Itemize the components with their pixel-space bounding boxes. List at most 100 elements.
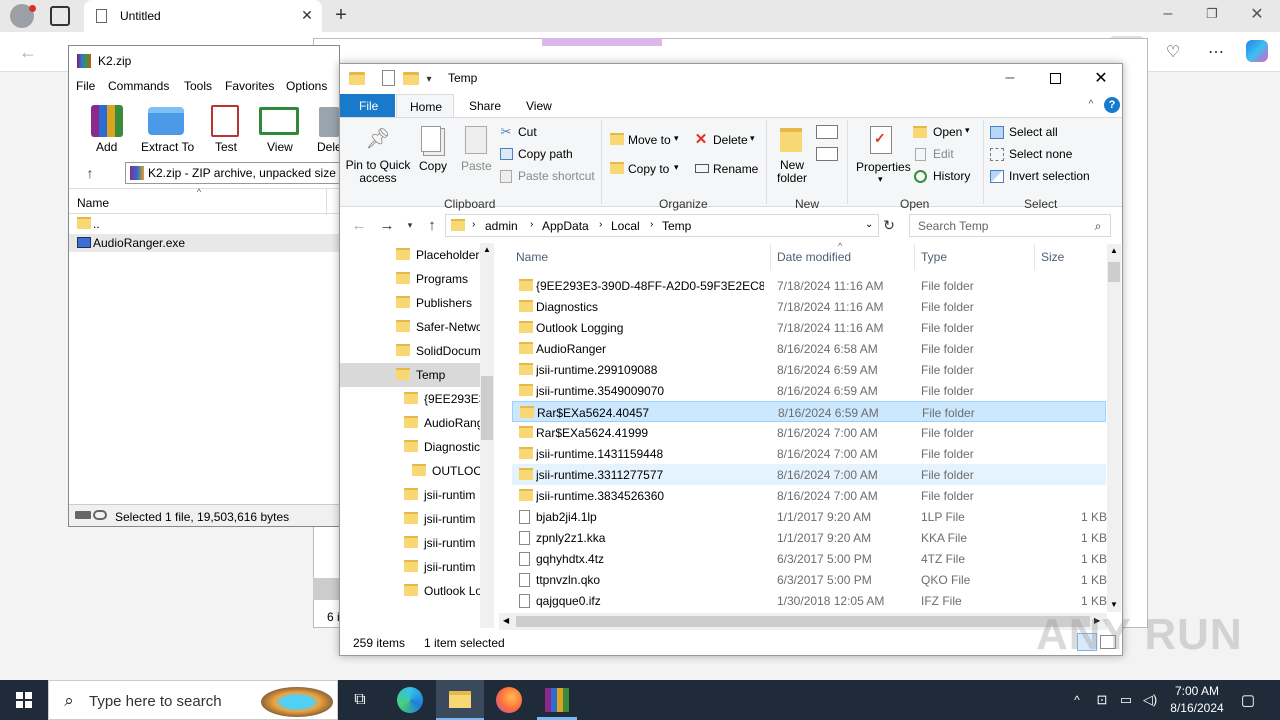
test-button[interactable]: Test (203, 103, 247, 155)
nav-item[interactable]: jsii-runtim (340, 507, 481, 531)
rename-button[interactable]: Rename (694, 160, 758, 178)
paste-button[interactable]: Paste (457, 124, 493, 174)
close-window-icon[interactable]: ✕ (1247, 4, 1267, 24)
archive-path-field[interactable]: K2.zip - ZIP archive, unpacked size 1 (125, 162, 341, 184)
nav-item[interactable]: Temp (340, 363, 481, 387)
breadcrumb-local[interactable]: Local (611, 219, 640, 233)
refresh-icon[interactable]: ↻ (880, 216, 898, 234)
nav-item[interactable]: {9EE293E3- (340, 387, 481, 411)
collapse-ribbon-icon[interactable]: ^ (1084, 97, 1098, 111)
nav-item[interactable]: Placeholder (340, 243, 481, 267)
tab-view[interactable]: View (526, 99, 552, 113)
menu-commands[interactable]: Commands (108, 79, 169, 93)
edge-taskbar-icon[interactable] (397, 687, 423, 713)
new-folder-quick-icon[interactable] (403, 72, 419, 85)
column-name[interactable]: Name (77, 196, 109, 210)
list-item[interactable]: AudioRanger.exe (69, 234, 339, 252)
copilot-icon[interactable] (1246, 40, 1268, 62)
menu-file[interactable]: File (76, 79, 95, 93)
restore-icon[interactable]: ❐ (1202, 4, 1222, 24)
network-icon[interactable]: ▭ (1117, 690, 1135, 710)
column-type[interactable]: Type (921, 250, 947, 264)
breadcrumb-appdata[interactable]: AppData (542, 219, 589, 233)
open-button[interactable]: Open ▾ (912, 124, 976, 141)
menu-favorites[interactable]: Favorites (225, 79, 274, 93)
help-icon[interactable]: ? (1104, 97, 1120, 113)
column-size[interactable]: Size (1041, 250, 1064, 264)
invert-selection-button[interactable]: Invert selection (989, 168, 1099, 185)
winrar-taskbar-icon[interactable] (545, 688, 569, 712)
taskbar-search[interactable]: ⌕ Type here to search (48, 680, 338, 720)
quick-access-properties-icon[interactable] (382, 70, 395, 86)
file-list-scrollbar[interactable]: ▲ ▼ (1107, 244, 1121, 612)
scroll-left-icon[interactable]: ◀ (503, 616, 509, 625)
firefox-taskbar-icon[interactable] (496, 687, 522, 713)
properties-button[interactable]: ✓ Properties ▾ (854, 124, 911, 188)
recent-locations-icon[interactable]: ▾ (404, 218, 416, 232)
copy-path-button[interactable]: Copy path (498, 146, 588, 163)
table-row[interactable]: Rar$EXa5624.40457 8/16/2024 6:59 AM File f… (512, 401, 1106, 422)
tab-home[interactable]: Home (396, 94, 454, 118)
table-row[interactable]: jsii-runtime.3834526360 8/16/2024 7:00 AM… (512, 485, 1106, 506)
breadcrumb-admin[interactable]: admin (485, 219, 518, 233)
table-row[interactable]: Diagnostics 7/18/2024 11:16 AM File folder (512, 296, 1106, 317)
new-folder-button[interactable]: New folder (772, 124, 812, 188)
copy-button[interactable]: Copy (415, 124, 449, 174)
table-row[interactable]: Rar$EXa5624.41999 8/16/2024 7:00 AM File f… (512, 422, 1106, 443)
new-tab-icon[interactable]: + (330, 4, 352, 26)
more-options-icon[interactable]: ⋯ (1205, 40, 1227, 64)
cut-button[interactable]: ✂ Cut (498, 124, 558, 141)
address-bar[interactable]: › admin › AppData › Local › Temp ⌄ (445, 214, 879, 237)
navigation-scrollbar[interactable]: ▲ (480, 243, 494, 628)
nav-item[interactable]: jsii-runtim (340, 483, 481, 507)
table-row[interactable]: jsii-runtime.1431159448 8/16/2024 7:00 AM… (512, 443, 1106, 464)
browser-tab[interactable]: Untitled ✕ (84, 0, 322, 32)
minimize-icon[interactable]: – (1158, 4, 1178, 24)
health-icon[interactable]: ♡ (1162, 40, 1184, 64)
nav-item[interactable]: Publishers (340, 291, 481, 315)
copy-to-button[interactable]: Copy to ▾ (610, 160, 682, 178)
table-row[interactable]: gqhyhdtx.4tz 6/3/2017 5:00 PM 4TZ File 1 KB (512, 548, 1107, 569)
pin-quick-access-button[interactable]: 📌︎ Pin to Quick access (344, 124, 412, 186)
scroll-up-icon[interactable]: ▲ (1110, 246, 1118, 255)
nav-item[interactable]: OUTLOO (340, 459, 481, 483)
show-hidden-icons-icon[interactable]: ^ (1068, 690, 1086, 710)
nav-item[interactable]: Outlook Lo (340, 579, 481, 603)
menu-tools[interactable]: Tools (184, 79, 212, 93)
maximize-icon[interactable] (1045, 68, 1065, 88)
scrollbar-thumb[interactable] (481, 376, 493, 440)
nav-item[interactable]: Safer-Netwo (340, 315, 481, 339)
task-view-icon[interactable]: ⧉ (346, 688, 374, 712)
nav-item[interactable]: jsii-runtim (340, 555, 481, 579)
tab-file[interactable]: File (340, 94, 395, 117)
new-item-icon[interactable] (816, 125, 838, 139)
delete-button[interactable]: Dele (313, 103, 341, 155)
explorer-taskbar-button[interactable] (436, 680, 484, 720)
table-row[interactable]: Outlook Logging 7/18/2024 11:16 AM File fo… (512, 317, 1106, 338)
scrollbar-thumb[interactable] (1108, 262, 1120, 282)
view-button[interactable]: View (255, 103, 303, 155)
table-row[interactable]: bjab2ji4.1lp 1/1/2017 9:20 AM 1LP File 1 KB (512, 506, 1107, 527)
select-all-button[interactable]: Select all (989, 124, 1089, 141)
table-row[interactable]: jsii-runtime.3311277577 8/16/2024 7:00 AM… (512, 464, 1106, 485)
clock[interactable]: 7:00 AM 8/16/2024 (1164, 682, 1228, 718)
scroll-down-icon[interactable]: ▼ (1110, 600, 1118, 609)
search-input[interactable]: Search Temp ⌕ (909, 214, 1111, 237)
list-item[interactable]: .. (69, 215, 339, 233)
move-to-button[interactable]: Move to ▾ (610, 131, 682, 149)
nav-item[interactable]: AudioRang (340, 411, 481, 435)
back-icon[interactable]: ← (350, 216, 368, 234)
extract-to-button[interactable]: Extract To (137, 103, 195, 155)
table-row[interactable]: ttpnvzln.qko 6/3/2017 5:00 PM QKO File 1 KB (512, 569, 1107, 590)
customize-toolbar-icon[interactable]: ▾ (424, 72, 434, 86)
scrollbar-thumb[interactable] (516, 616, 1090, 627)
up-icon[interactable]: ↑ (424, 216, 440, 234)
scroll-up-icon[interactable]: ▲ (483, 245, 491, 254)
nav-item[interactable]: SolidDocum (340, 339, 481, 363)
close-icon[interactable]: ✕ (1091, 68, 1111, 88)
start-button[interactable] (0, 680, 48, 720)
tab-actions-icon[interactable] (50, 6, 70, 26)
close-tab-icon[interactable]: ✕ (298, 6, 316, 24)
up-folder-icon[interactable]: ↑ (81, 164, 99, 182)
table-row[interactable]: jsii-runtime.299109088 8/16/2024 6:59 AM F… (512, 359, 1106, 380)
